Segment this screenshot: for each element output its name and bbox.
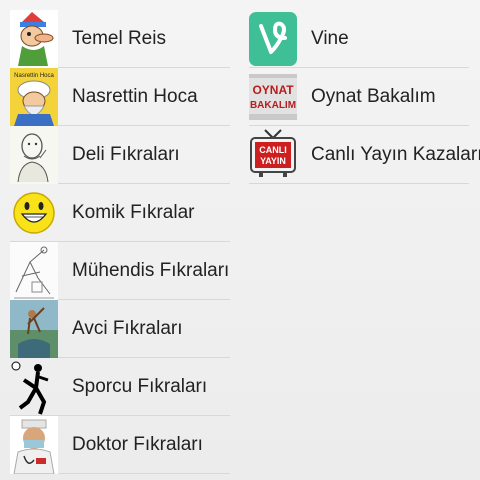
list-item-sporcu-fikralari[interactable]: Sporcu Fıkraları bbox=[10, 358, 230, 416]
icon-text-line1: OYNAT bbox=[252, 83, 294, 97]
oynat-bakalim-logo-icon: OYNAT BAKALIM bbox=[249, 68, 297, 126]
list-item-temel-reis[interactable]: Temel Reis bbox=[10, 9, 230, 68]
engineer-sketch-icon bbox=[10, 241, 58, 300]
list-item-label: Mühendis Fıkraları bbox=[72, 259, 230, 281]
icon-text-line2: BAKALIM bbox=[250, 100, 296, 111]
list-item-label: Oynat Bakalım bbox=[311, 85, 436, 107]
list-item-label: Doktor Fıkraları bbox=[72, 433, 203, 455]
smiley-icon bbox=[10, 184, 58, 242]
list-item-label: Avci Fıkraları bbox=[72, 317, 183, 339]
icon-text-line2: YAYIN bbox=[260, 156, 286, 166]
list-item-doktor-fikralari[interactable]: Doktor Fıkraları bbox=[10, 415, 230, 474]
left-list: Temel Reis Nasrettin Hoca Nasrettin Hoca bbox=[10, 9, 230, 474]
list-item-oynat-bakalim[interactable]: OYNAT BAKALIM Oynat Bakalım bbox=[249, 68, 469, 126]
list-item-deli-fikralari[interactable]: Deli Fıkraları bbox=[10, 125, 230, 184]
list-item-nasrettin-hoca[interactable]: Nasrettin Hoca Nasrettin Hoca bbox=[10, 67, 230, 126]
list-item-label: Vine bbox=[311, 27, 349, 49]
list-item-label: Canlı Yayın Kazaları bbox=[311, 143, 480, 165]
soccer-player-icon bbox=[10, 358, 58, 416]
list-item-label: Nasrettin Hoca bbox=[72, 85, 198, 107]
doctor-icon bbox=[10, 415, 58, 474]
list-item-komik-fikralar[interactable]: Komik Fıkralar bbox=[10, 184, 230, 242]
icon-caption: Nasrettin Hoca bbox=[14, 73, 54, 79]
hunter-icon bbox=[10, 299, 58, 358]
list-item-label: Sporcu Fıkraları bbox=[72, 375, 208, 397]
list-item-vine[interactable]: Vine bbox=[249, 10, 469, 68]
list-item-avci-fikralari[interactable]: Avci Fıkraları bbox=[10, 299, 230, 358]
list-item-label: Komik Fıkralar bbox=[72, 201, 195, 223]
list-item-canli-yayin-kazalari[interactable]: CANLI YAYIN Canlı Yayın Kazaları bbox=[249, 126, 480, 184]
vine-logo-icon bbox=[249, 10, 297, 68]
turban-man-icon: Nasrettin Hoca bbox=[10, 67, 58, 126]
list-item-label: Deli Fıkraları bbox=[72, 143, 180, 165]
cartoon-man-icon bbox=[10, 9, 58, 68]
tv-icon: CANLI YAYIN bbox=[249, 126, 297, 184]
sketch-man-icon bbox=[10, 125, 58, 184]
right-list: Vine OYNAT BAKALIM Oynat Bakalım CANLI Y… bbox=[249, 10, 480, 184]
list-item-label: Temel Reis bbox=[72, 27, 166, 49]
icon-text-line1: CANLI bbox=[259, 145, 287, 155]
list-item-muhendis-fikralari[interactable]: Mühendis Fıkraları bbox=[10, 241, 230, 300]
